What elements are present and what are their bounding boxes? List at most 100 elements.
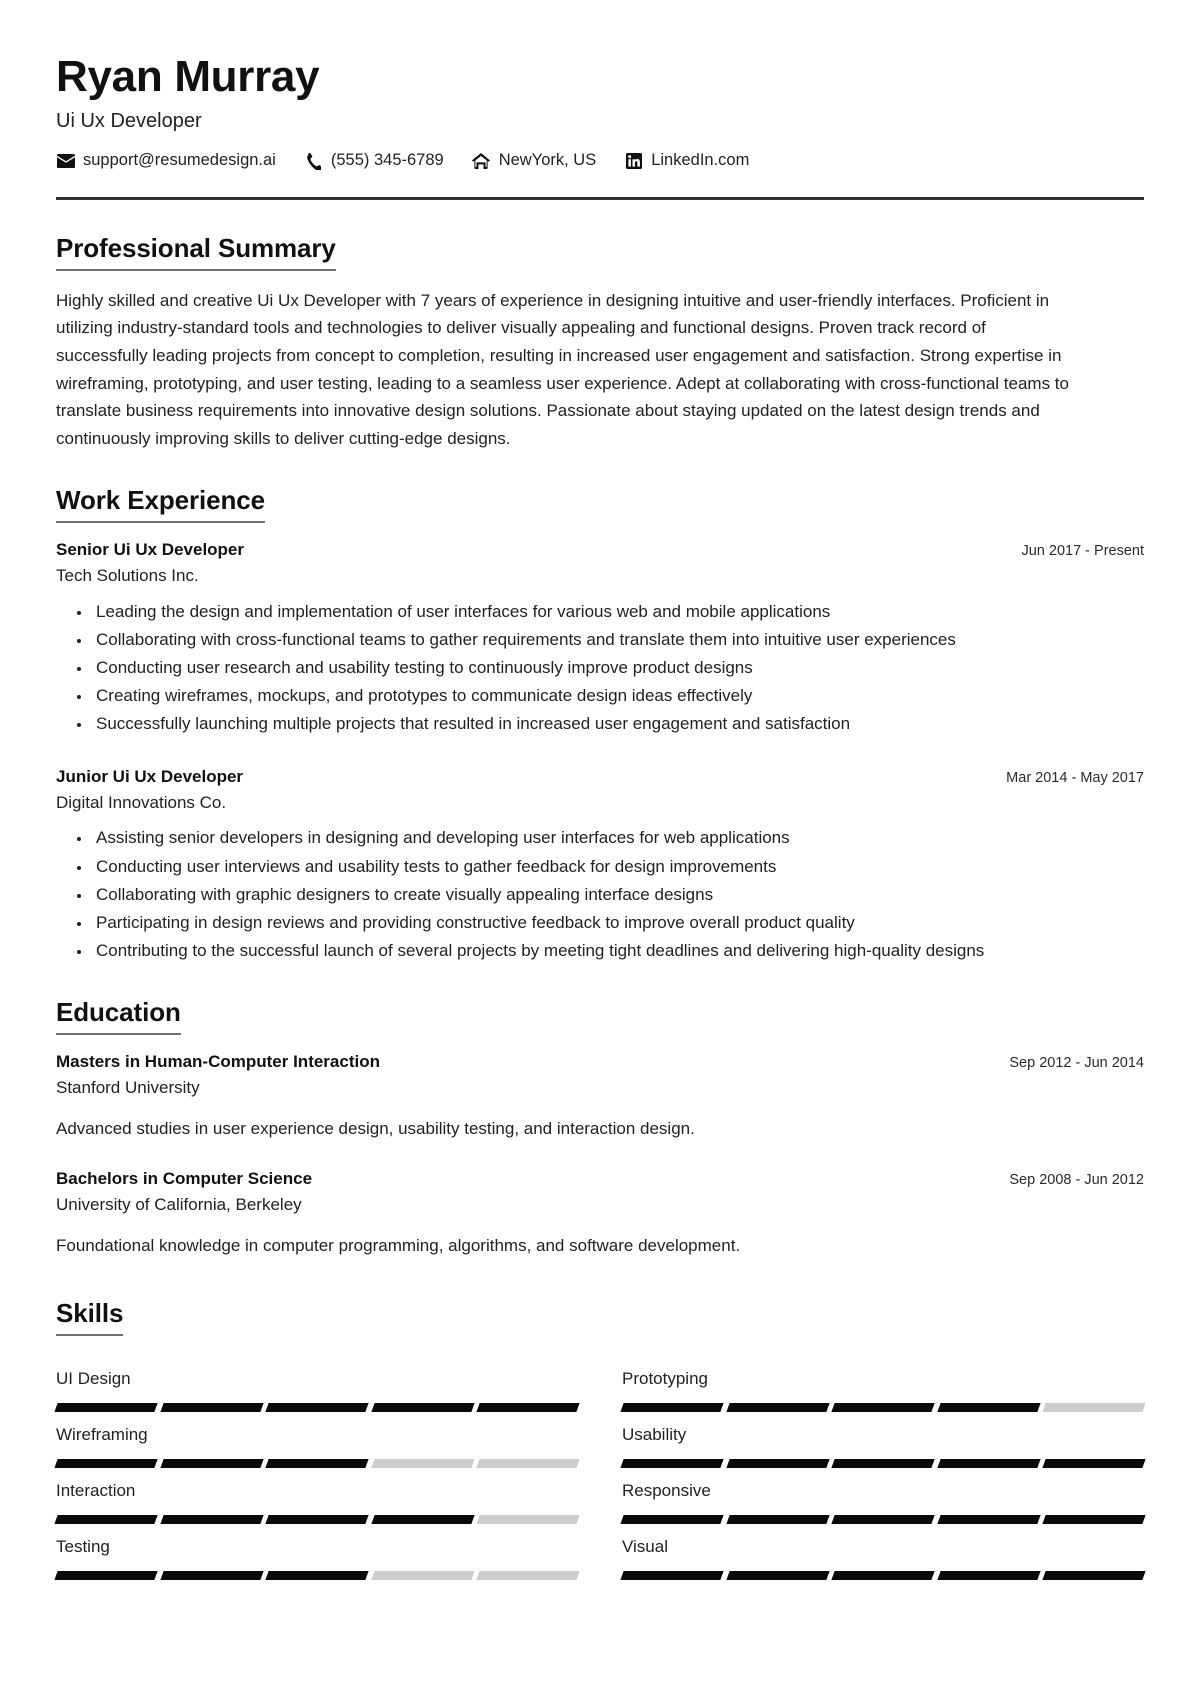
section-heading-education: Education [56,997,181,1036]
experience-organization: Tech Solutions Inc. [56,566,199,586]
experience-bullets: Assisting senior developers in designing… [56,825,1144,964]
skill-segment [476,1402,580,1412]
experience-role: Senior Ui Ux Developer [56,540,245,560]
experience-bullets: Leading the design and implementation of… [56,599,1144,738]
experience-role: Junior Ui Ux Developer [56,766,244,786]
skill-segment [371,1571,475,1581]
skill-label: Prototyping [622,1368,708,1388]
experience-dates: Mar 2014 - May 2017 [1006,769,1144,786]
skill-segment [159,1571,263,1581]
experience-list: Senior Ui Ux Developer Jun 2017 - Presen… [56,539,1144,964]
skill-segment [725,1571,829,1581]
list-item: Contributing to the successful launch of… [92,938,1144,964]
skill-segment [54,1515,158,1525]
email-icon [56,153,75,170]
home-icon [472,153,491,170]
skill-segment [1042,1515,1146,1525]
contact-email-text: support@resumedesign.ai [83,151,276,170]
education-entry: Bachelors in Computer Science Sep 2008 -… [56,1168,1144,1259]
education-entry-header: Bachelors in Computer Science Sep 2008 -… [56,1168,1144,1190]
skill-label: Responsive [622,1481,711,1501]
skill-item: Wireframing [54,1412,580,1469]
contact-location[interactable]: NewYork, US [472,151,597,171]
skill-segment [159,1515,263,1525]
section-education: Education Masters in Human-Computer Inte… [56,997,1144,1259]
experience-entry: Senior Ui Ux Developer Jun 2017 - Presen… [56,539,1144,738]
education-school: University of California, Berkeley [56,1195,302,1215]
education-degree: Bachelors in Computer Science [56,1169,313,1189]
section-heading-summary: Professional Summary [56,233,336,271]
section-skills: Skills UI Design Prototyping Wireframing Us… [54,1298,1146,1581]
contact-linkedin-text: LinkedIn.com [651,151,750,170]
contact-linkedin[interactable]: LinkedIn.com [624,151,749,171]
skill-segment [371,1459,475,1469]
contact-email[interactable]: support@resumedesign.ai [56,151,276,171]
education-school: Stanford University [56,1078,200,1098]
skill-segment [371,1402,475,1412]
skill-segment [54,1459,158,1469]
summary-body: Highly skilled and creative Ui Ux Develo… [56,287,1144,452]
skill-segment [831,1459,935,1469]
skill-label: UI Design [56,1368,131,1388]
skill-label: Interaction [56,1481,136,1501]
skill-segment [937,1571,1041,1581]
skill-label: Visual [622,1537,668,1557]
skill-segment [937,1402,1041,1412]
skill-segment [620,1459,724,1469]
skill-item: UI Design [54,1356,580,1412]
list-item: Conducting user interviews and usability… [92,854,1144,880]
skill-level-bar [620,1515,1146,1525]
skill-segment [265,1402,369,1412]
candidate-name: Ryan Murray [56,52,320,101]
experience-dates: Jun 2017 - Present [1021,543,1144,560]
skill-segment [937,1515,1041,1525]
list-item: Conducting user research and usability t… [92,655,1144,681]
phone-icon [304,152,323,170]
skill-item: Prototyping [620,1356,1146,1412]
skill-level-bar [620,1571,1146,1581]
skill-level-bar [54,1515,580,1525]
skill-item: Usability [620,1412,1146,1469]
contact-location-text: NewYork, US [498,151,597,170]
skill-segment [831,1402,935,1412]
skill-segment [371,1515,475,1525]
education-entry-header: Masters in Human-Computer Interaction Se… [56,1051,1144,1073]
education-description: Advanced studies in user experience desi… [56,1118,695,1138]
skill-segment [725,1459,829,1469]
list-item: Participating in design reviews and prov… [92,910,1144,936]
skill-segment [476,1515,580,1525]
skill-segment [476,1459,580,1469]
skill-segment [831,1571,935,1581]
skill-segment [620,1515,724,1525]
contact-phone[interactable]: (555) 345-6789 [304,151,444,171]
experience-entry: Junior Ui Ux Developer Mar 2014 - May 20… [56,766,1144,965]
skill-segment [725,1515,829,1525]
list-item: Successfully launching multiple projects… [92,711,1144,737]
header-divider [56,197,1144,201]
education-entry: Masters in Human-Computer Interaction Se… [56,1051,1144,1142]
experience-entry-header: Junior Ui Ux Developer Mar 2014 - May 20… [56,766,1144,788]
contact-row: support@resumedesign.ai (555) 345-6789 N… [56,151,1144,171]
linkedin-icon [624,153,643,170]
skill-item: Interaction [54,1468,580,1525]
skill-segment [159,1459,263,1469]
skill-segment [54,1571,158,1581]
skill-segment [1042,1402,1146,1412]
skill-level-bar [620,1459,1146,1469]
list-item: Collaborating with graphic designers to … [92,882,1144,908]
skill-item: Responsive [620,1468,1146,1525]
experience-organization: Digital Innovations Co. [56,792,227,812]
skill-segment [620,1402,724,1412]
section-professional-summary: Professional Summary Highly skilled and … [56,233,1144,452]
education-description: Foundational knowledge in computer progr… [56,1235,741,1255]
skill-label: Wireframing [56,1424,148,1444]
education-list: Masters in Human-Computer Interaction Se… [56,1051,1144,1259]
skill-level-bar [54,1402,580,1412]
list-item: Assisting senior developers in designing… [92,825,1144,851]
skill-segment [159,1402,263,1412]
skill-level-bar [54,1459,580,1469]
section-work-experience: Work Experience Senior Ui Ux Developer J… [56,485,1144,964]
section-heading-skills: Skills [56,1298,123,1336]
list-item: Collaborating with cross-functional team… [92,627,1144,653]
summary-text: Highly skilled and creative Ui Ux Develo… [56,290,1069,448]
